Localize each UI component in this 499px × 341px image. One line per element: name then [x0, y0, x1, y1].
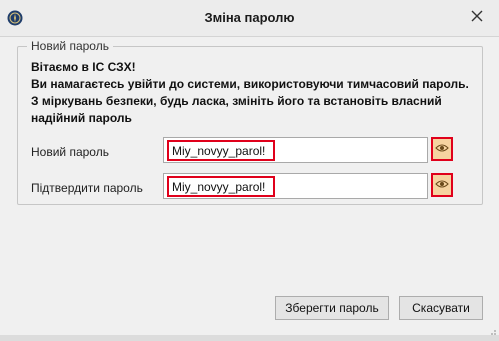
- confirm-password-input[interactable]: Miy_novyy_parol!: [167, 176, 275, 197]
- confirm-password-field[interactable]: Miy_novyy_parol!: [163, 173, 428, 199]
- group-legend: Новий пароль: [27, 39, 113, 53]
- new-password-input[interactable]: Miy_novyy_parol!: [167, 140, 275, 161]
- close-icon: [471, 9, 483, 27]
- save-password-button[interactable]: Зберегти пароль: [275, 296, 389, 320]
- change-password-dialog: Зміна паролю Новий пароль Вітаємо в ІС С…: [0, 0, 499, 335]
- eye-icon: [435, 176, 449, 194]
- title-bar: Зміна паролю: [0, 0, 499, 37]
- dialog-title: Зміна паролю: [204, 10, 295, 25]
- cancel-button[interactable]: Скасувати: [399, 296, 483, 320]
- welcome-line-1: Вітаємо в ІС СЗХ!: [31, 60, 136, 74]
- confirm-password-label: Підтвердити пароль: [31, 181, 143, 195]
- new-password-group: Новий пароль Вітаємо в ІС СЗХ! Ви намага…: [17, 39, 483, 205]
- show-confirm-password-button[interactable]: [431, 173, 453, 197]
- resize-grip-icon[interactable]: [487, 323, 497, 335]
- eye-icon: [435, 140, 449, 158]
- new-password-label: Новий пароль: [31, 145, 109, 159]
- new-password-field[interactable]: Miy_novyy_parol!: [163, 137, 428, 163]
- welcome-message: Вітаємо в ІС СЗХ! Ви намагаєтесь увійти …: [31, 59, 476, 127]
- welcome-line-3: З міркувань безпеки, будь ласка, змініть…: [31, 94, 442, 125]
- welcome-line-2: Ви намагаєтесь увійти до системи, викори…: [31, 77, 469, 91]
- close-button[interactable]: [467, 8, 487, 28]
- show-new-password-button[interactable]: [431, 137, 453, 161]
